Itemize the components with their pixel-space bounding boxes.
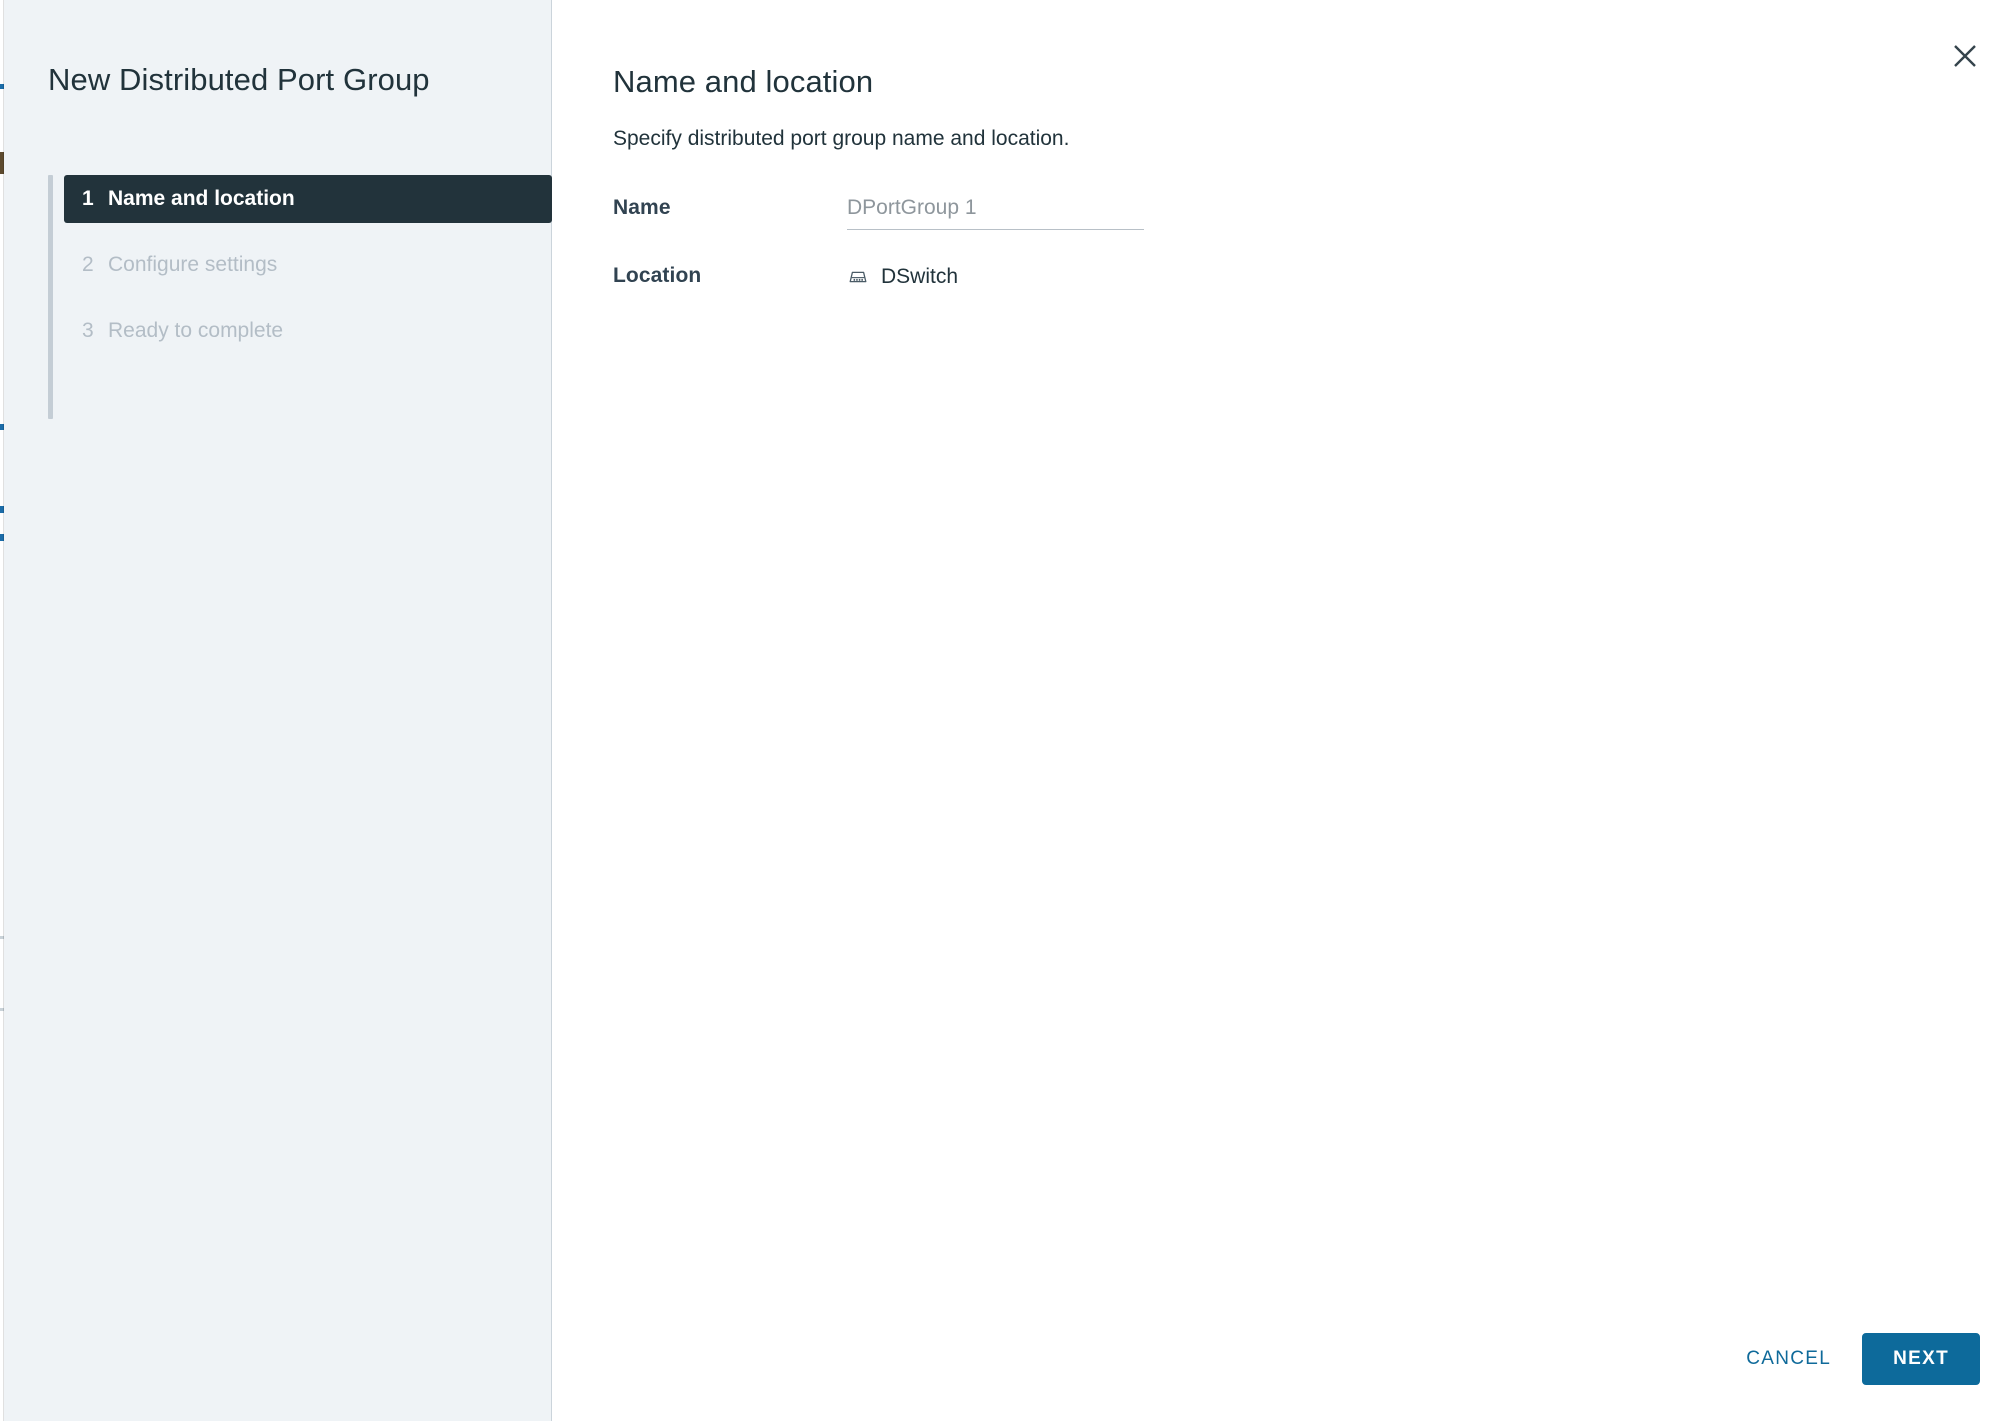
location-label: Location bbox=[613, 264, 702, 287]
step-number: 3 bbox=[82, 319, 94, 342]
step-label: Ready to complete bbox=[108, 319, 284, 342]
distributed-switch-icon bbox=[847, 266, 869, 288]
next-button[interactable]: NEXT bbox=[1862, 1333, 1980, 1385]
form-area: Name Location bbox=[552, 196, 2015, 332]
location-value: DSwitch bbox=[847, 264, 958, 289]
step-spacer bbox=[48, 289, 552, 307]
wizard-sidebar: New Distributed Port Group 1 Name and lo… bbox=[4, 0, 552, 1421]
page-title: Name and location bbox=[613, 63, 874, 99]
sidebar-step-configure-settings[interactable]: 2 Configure settings bbox=[64, 241, 552, 289]
step-number: 1 bbox=[82, 187, 94, 210]
wizard-step-list: 1 Name and location 2 Configure settings… bbox=[48, 175, 552, 419]
name-label: Name bbox=[613, 196, 671, 219]
location-name: DSwitch bbox=[881, 265, 959, 288]
sidebar-step-name-and-location[interactable]: 1 Name and location bbox=[64, 175, 552, 223]
sidebar-step-ready-to-complete[interactable]: 3 Ready to complete bbox=[64, 307, 552, 355]
step-label: Configure settings bbox=[108, 253, 278, 276]
close-icon[interactable] bbox=[1943, 34, 1987, 78]
name-input[interactable] bbox=[847, 196, 1144, 230]
wizard-title: New Distributed Port Group bbox=[48, 61, 430, 97]
location-field-wrapper: DSwitch bbox=[847, 264, 958, 289]
dialog-footer-actions: CANCEL NEXT bbox=[1725, 1333, 1980, 1385]
name-field-wrapper bbox=[847, 196, 1144, 230]
step-number: 2 bbox=[82, 253, 94, 276]
wizard-content-pane: Name and location Specify distributed po… bbox=[552, 0, 2015, 1421]
page-subtitle: Specify distributed port group name and … bbox=[613, 127, 1070, 150]
cancel-button[interactable]: CANCEL bbox=[1725, 1335, 1852, 1383]
form-row-name: Name bbox=[552, 196, 2015, 264]
step-progress-rail bbox=[48, 175, 53, 419]
step-label: Name and location bbox=[108, 187, 295, 210]
new-distributed-port-group-dialog: New Distributed Port Group 1 Name and lo… bbox=[4, 0, 2015, 1421]
form-row-location: Location DSwitch bbox=[552, 264, 2015, 332]
step-spacer bbox=[48, 223, 552, 241]
